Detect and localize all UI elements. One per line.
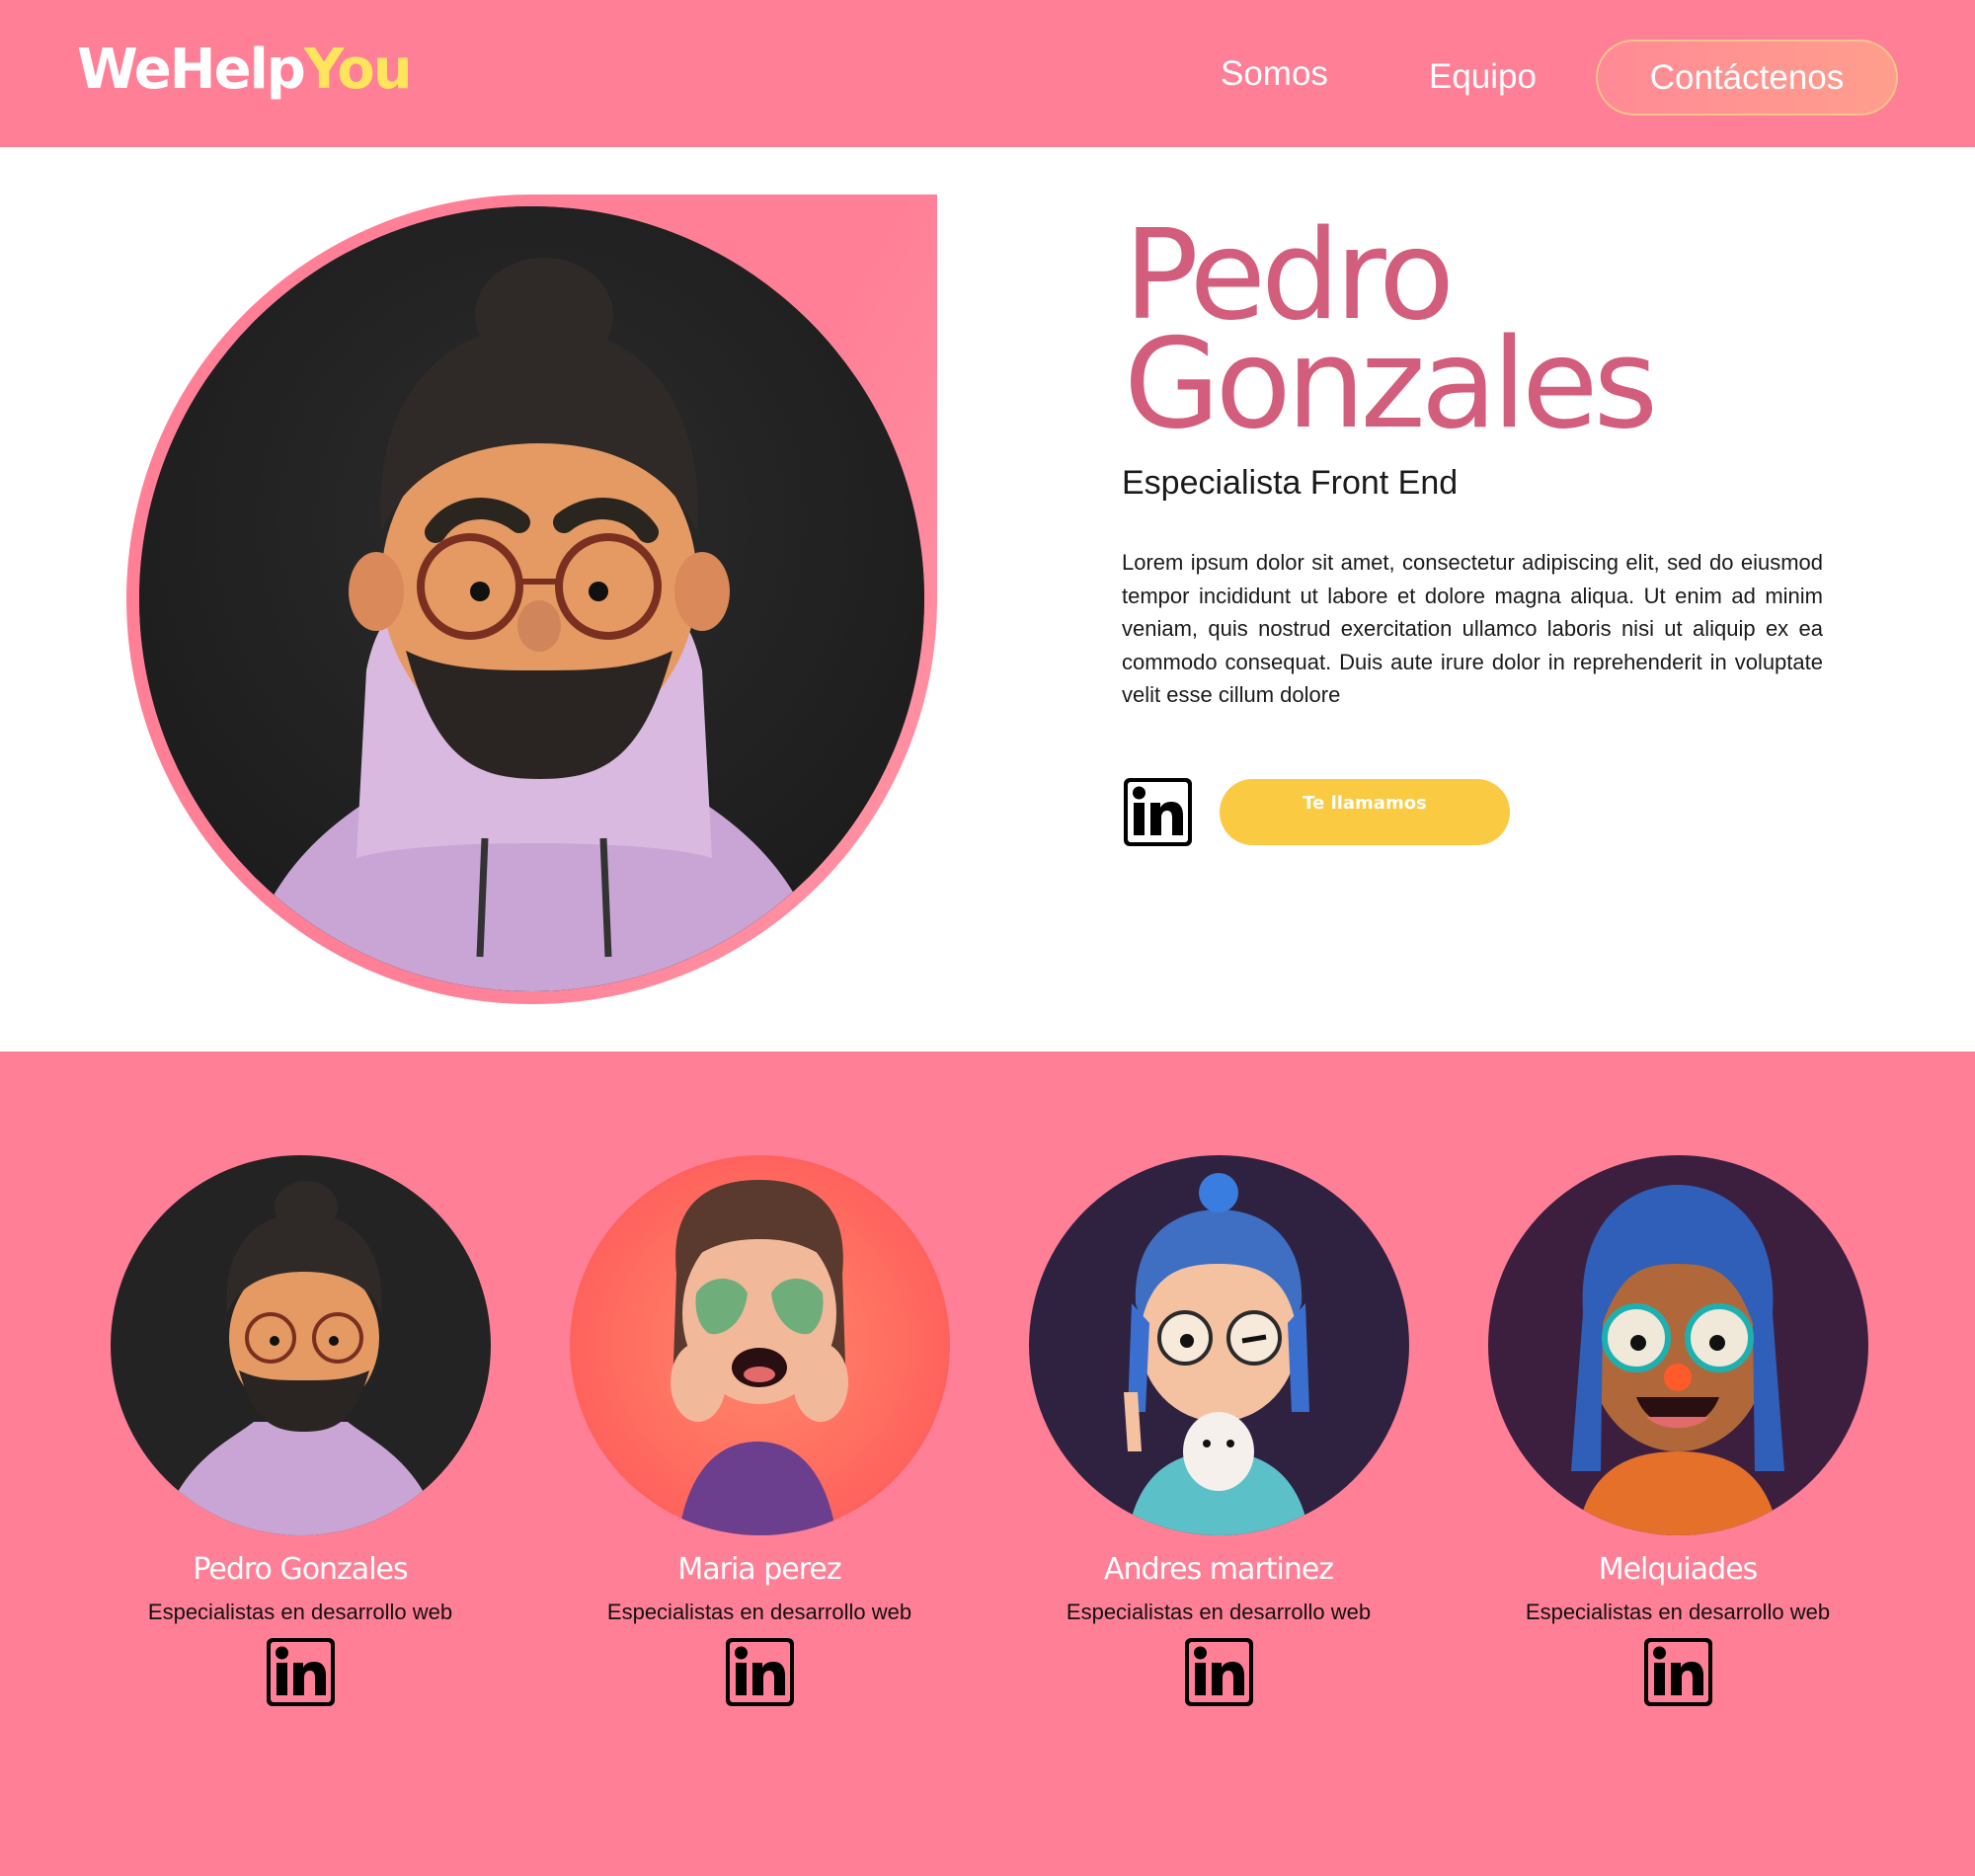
member-name: Andres martinez <box>1103 1552 1334 1587</box>
team-member-card: Pedro Gonzales Especialistas en desarrol… <box>103 1155 498 1708</box>
member-role: Especialistas en desarrollo web <box>606 1600 912 1624</box>
contact-button[interactable]: Contáctenos <box>1596 39 1898 116</box>
team-member-card: Maria perez Especialistas en desarrollo … <box>562 1155 957 1708</box>
member-name: Maria perez <box>677 1552 841 1587</box>
site-header: WeHelpYou Somos Equipo Contáctenos <box>0 0 1975 147</box>
linkedin-icon[interactable] <box>1185 1638 1253 1706</box>
member-avatar <box>1488 1155 1868 1535</box>
member-role: Especialistas en desarrollo web <box>147 1600 453 1624</box>
brand-logo-part1: WeHelp <box>77 38 306 102</box>
team-section: Pedro Gonzales Especialistas en desarrol… <box>0 1052 1975 1876</box>
member-avatar <box>111 1155 491 1535</box>
member-role: Especialistas en desarrollo web <box>1066 1600 1372 1624</box>
member-avatar <box>1029 1155 1409 1535</box>
member-name: Melquiades <box>1598 1552 1759 1587</box>
bearded-man-avatar <box>139 206 924 991</box>
linkedin-icon[interactable] <box>726 1638 794 1706</box>
hero-description: Lorem ipsum dolor sit amet, consectetur … <box>1122 550 1823 707</box>
hero-avatar <box>139 206 924 991</box>
team-member-card: Andres martinez Especialistas en desarro… <box>1021 1155 1416 1708</box>
hero-name-line2: Gonzales <box>1124 311 1658 456</box>
team-member-card: Melquiades Especialistas en desarrollo w… <box>1480 1155 1875 1708</box>
linkedin-icon[interactable] <box>1124 778 1192 846</box>
bearded-man-avatar <box>111 1155 491 1535</box>
member-avatar <box>570 1155 950 1535</box>
brand-logo[interactable]: WeHelpYou <box>77 36 413 105</box>
member-role: Especialistas en desarrollo web <box>1525 1600 1831 1624</box>
brand-logo-part2: You <box>303 38 413 102</box>
call-me-button[interactable]: Te llamamos <box>1220 779 1510 845</box>
member-name: Pedro Gonzales <box>193 1552 408 1587</box>
blue-hair-avatar <box>1488 1155 1868 1535</box>
nav-link-somos[interactable]: Somos <box>1221 51 1328 97</box>
hero-role: Especialista Front End <box>1122 464 1459 502</box>
smiling-woman-avatar <box>570 1155 950 1535</box>
hero-name: Pedro Gonzales <box>1124 213 1716 446</box>
nav-link-equipo[interactable]: Equipo <box>1429 54 1537 100</box>
linkedin-icon[interactable] <box>267 1638 335 1706</box>
helmet-kid-avatar <box>1029 1155 1409 1535</box>
linkedin-icon[interactable] <box>1644 1638 1712 1706</box>
